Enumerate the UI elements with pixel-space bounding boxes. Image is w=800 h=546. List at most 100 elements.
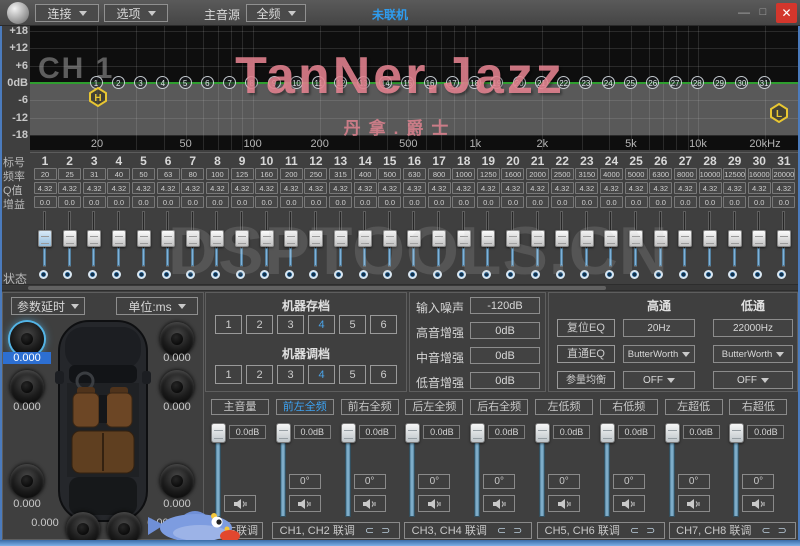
channel-label-button[interactable]: 左低频 <box>535 399 593 415</box>
band-status-radio[interactable] <box>629 270 639 279</box>
delay-knob[interactable] <box>10 370 44 404</box>
band-status-radio[interactable] <box>63 270 73 279</box>
band-gain-value[interactable]: 0.0 <box>624 196 648 208</box>
band-gain-value[interactable]: 0.0 <box>673 196 697 208</box>
delay-knob[interactable] <box>10 322 44 356</box>
band-freq-value[interactable]: 20 <box>33 168 57 180</box>
eq-band-handle[interactable]: 13 <box>356 76 370 89</box>
channel-slider-handle[interactable] <box>535 423 550 443</box>
band-gain-slider[interactable] <box>530 209 546 269</box>
band-q-value[interactable]: 4.32 <box>747 182 771 194</box>
band-q-value[interactable]: 4.32 <box>599 182 623 194</box>
link-button[interactable]: CH7, CH8 联调 ⊂ ⊃ <box>669 522 796 539</box>
band-gain-value[interactable]: 0.0 <box>107 196 131 208</box>
band-q-value[interactable]: 4.32 <box>452 182 476 194</box>
slider-handle[interactable] <box>185 230 200 247</box>
band-gain-slider[interactable] <box>259 209 275 269</box>
delay-knob[interactable] <box>160 322 194 356</box>
band-freq-value[interactable]: 800 <box>427 168 451 180</box>
band-freq-value[interactable]: 25 <box>58 168 82 180</box>
band-gain-value[interactable]: 0.0 <box>599 196 623 208</box>
band-q-value[interactable]: 4.32 <box>82 182 106 194</box>
delay-knob[interactable] <box>10 464 44 498</box>
band-q-value[interactable]: 4.32 <box>205 182 229 194</box>
band-gain-value[interactable]: 0.0 <box>181 196 205 208</box>
band-status-radio[interactable] <box>186 270 196 279</box>
band-gain-slider[interactable] <box>234 209 250 269</box>
slider-handle[interactable] <box>505 230 520 247</box>
delay-unit-dropdown[interactable]: 单位:ms <box>116 297 198 315</box>
channel-label-button[interactable]: 前右全频 <box>340 399 399 415</box>
slider-handle[interactable] <box>629 230 644 247</box>
slider-handle[interactable] <box>407 230 422 247</box>
band-gain-slider[interactable] <box>456 209 472 269</box>
phase-button[interactable]: 0° <box>612 474 645 489</box>
band-gain-slider[interactable] <box>628 209 644 269</box>
phase-button[interactable]: 0° <box>353 474 386 489</box>
slider-handle[interactable] <box>776 230 791 247</box>
band-gain-slider[interactable] <box>62 209 78 269</box>
mute-button[interactable] <box>288 495 321 512</box>
slider-handle[interactable] <box>111 230 126 247</box>
band-gain-slider[interactable] <box>727 209 743 269</box>
band-freq-value[interactable]: 250 <box>304 168 328 180</box>
eq-band-handle[interactable]: 24 <box>601 76 615 89</box>
band-freq-value[interactable]: 2500 <box>550 168 574 180</box>
band-q-value[interactable]: 4.32 <box>402 182 426 194</box>
band-gain-slider[interactable] <box>357 209 373 269</box>
mute-button[interactable] <box>612 495 645 512</box>
band-status-radio[interactable] <box>604 270 614 279</box>
channel-slider-track[interactable] <box>409 432 416 517</box>
preset-slot-button[interactable]: 2 <box>246 365 273 384</box>
band-q-value[interactable]: 4.32 <box>427 182 451 194</box>
mute-button[interactable] <box>418 495 451 512</box>
hp-type-dropdown[interactable]: ButterWorth <box>623 345 695 363</box>
band-status-radio[interactable] <box>334 270 344 279</box>
connect-button[interactable]: 连接 <box>35 4 99 22</box>
preset-slot-button[interactable]: 5 <box>339 315 366 334</box>
band-freq-value[interactable]: 2000 <box>526 168 550 180</box>
band-gain-value[interactable]: 0.0 <box>205 196 229 208</box>
band-status-radio[interactable] <box>38 270 48 279</box>
preset-slot-button[interactable]: 1 <box>215 365 242 384</box>
slider-handle[interactable] <box>604 230 619 247</box>
delay-knob[interactable] <box>160 464 194 498</box>
band-status-radio[interactable] <box>752 270 762 279</box>
lp-slope-dropdown[interactable]: OFF <box>713 371 793 389</box>
mute-button[interactable] <box>483 495 516 512</box>
band-gain-slider[interactable] <box>185 209 201 269</box>
eq-band-handle[interactable]: 10 <box>289 76 303 89</box>
band-freq-value[interactable]: 8000 <box>673 168 697 180</box>
band-q-value[interactable]: 4.32 <box>378 182 402 194</box>
band-q-value[interactable]: 4.32 <box>476 182 500 194</box>
band-freq-value[interactable]: 160 <box>255 168 279 180</box>
band-gain-value[interactable]: 0.0 <box>353 196 377 208</box>
band-gain-slider[interactable] <box>579 209 595 269</box>
preset-slot-button[interactable]: 2 <box>246 315 273 334</box>
band-freq-value[interactable]: 20000 <box>772 168 796 180</box>
band-status-radio[interactable] <box>432 270 442 279</box>
parametric-eq-button[interactable]: 参量均衡 <box>557 371 615 389</box>
band-freq-value[interactable]: 12500 <box>723 168 747 180</box>
eq-band-handle[interactable]: 17 <box>445 76 459 89</box>
enhance-value[interactable]: 0dB <box>470 347 540 364</box>
options-button[interactable]: 选项 <box>104 4 168 22</box>
band-status-radio[interactable] <box>457 270 467 279</box>
slider-handle[interactable] <box>752 230 767 247</box>
band-freq-value[interactable]: 1000 <box>452 168 476 180</box>
minimize-button[interactable]: — <box>736 2 752 22</box>
band-status-radio[interactable] <box>580 270 590 279</box>
horizontal-scrollbar[interactable] <box>0 284 800 291</box>
channel-gain-value[interactable]: 0.0dB <box>682 425 720 439</box>
band-status-radio[interactable] <box>161 270 171 279</box>
channel-slider-track[interactable] <box>344 432 351 517</box>
channel-gain-value[interactable]: 0.0dB <box>229 425 266 439</box>
band-gain-slider[interactable] <box>406 209 422 269</box>
band-gain-value[interactable]: 0.0 <box>230 196 254 208</box>
band-gain-slider[interactable] <box>111 209 127 269</box>
channel-slider-handle[interactable] <box>340 423 356 443</box>
channel-slider-handle[interactable] <box>211 423 226 443</box>
band-freq-value[interactable]: 40 <box>107 168 131 180</box>
preset-slot-button[interactable]: 3 <box>277 365 304 384</box>
band-gain-value[interactable]: 0.0 <box>33 196 57 208</box>
